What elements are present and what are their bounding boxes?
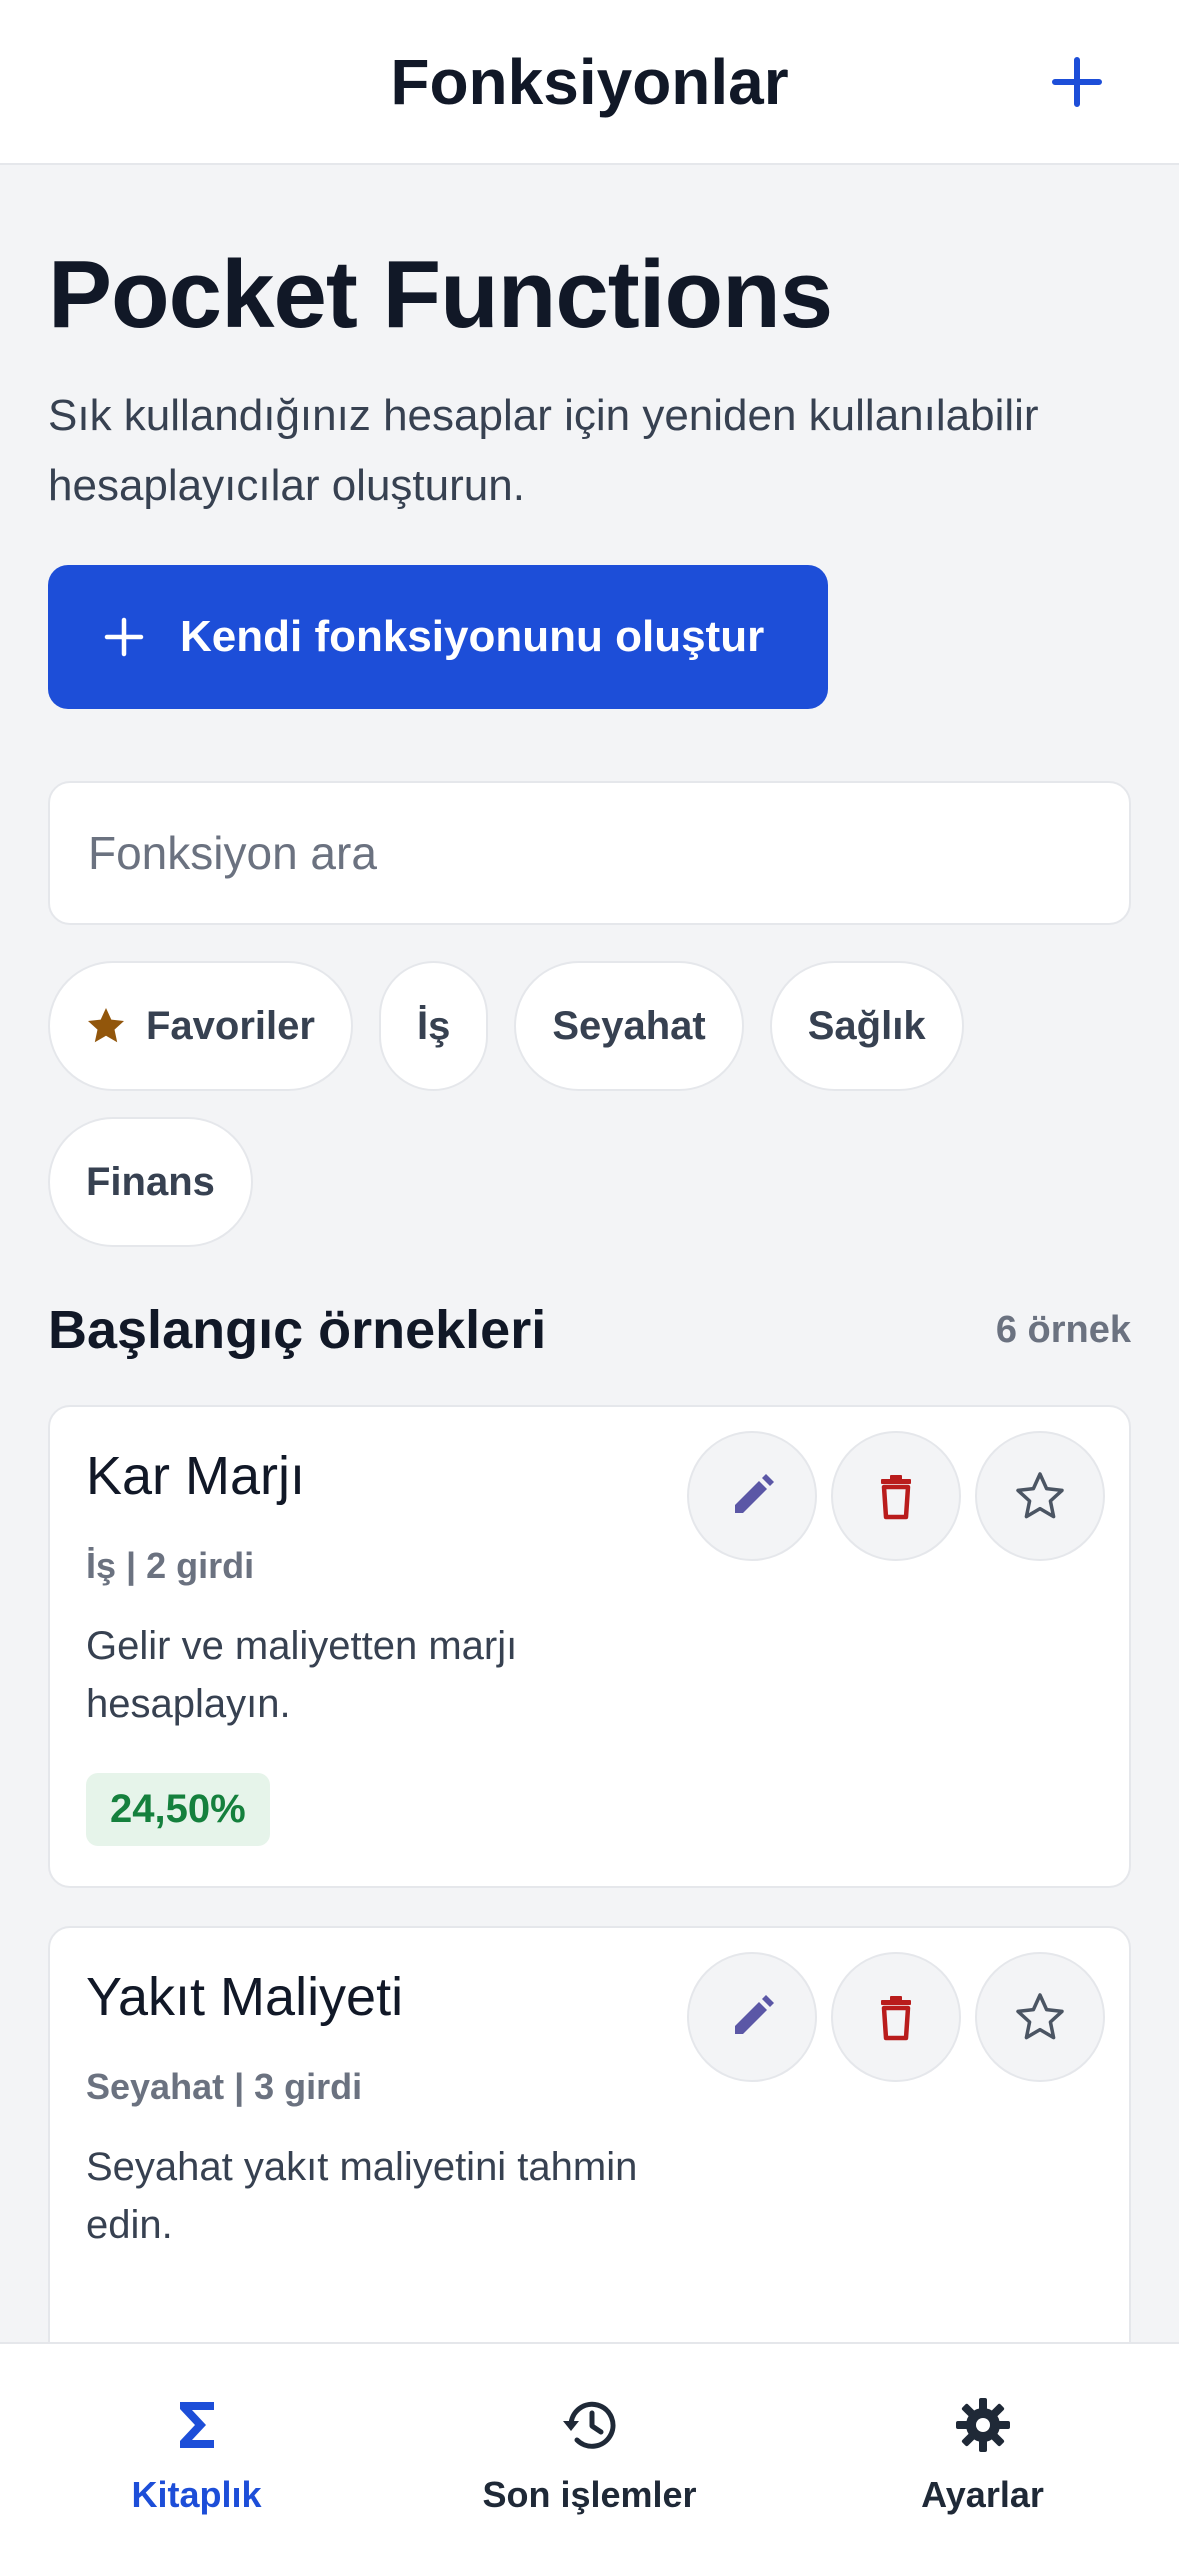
chip-label: Finans [86,1159,215,1204]
section-count: 6 örnek [995,1308,1131,1351]
top-bar: Fonksiyonlar [0,0,1179,165]
plus-icon [1052,57,1102,107]
sigma-icon [179,2402,214,2448]
screen: Fonksiyonlar Pocket Functions Sık kullan… [0,0,1179,2556]
pencil-icon [735,1474,774,1513]
tab-recent[interactable]: Son işlemler [393,2344,786,2556]
page-title: Fonksiyonlar [390,45,789,118]
tab-library[interactable]: Kitaplık [0,2344,393,2556]
star-outline-icon [1016,1993,1064,2040]
bottom-tab-bar: Kitaplık Son işlemler Ayarlar [0,2342,1179,2556]
chip-label: Sağlık [807,1003,926,1048]
chip-label: Seyahat [552,1003,706,1048]
main-content: Pocket Functions Sık kullandığınız hesap… [48,165,1131,2436]
search-input[interactable] [88,826,1129,880]
section-title: Başlangıç örnekleri [48,1300,547,1360]
pencil-icon [735,1995,774,2034]
card-actions [687,1952,1105,2082]
favorite-button[interactable] [975,1431,1105,1561]
plus-icon [104,617,144,657]
star-outline-icon [1016,1472,1064,1519]
card-result-badge: 24,50% [86,1773,270,1846]
function-card[interactable]: Kar Marjı İş | 2 girdi Gelir ve maliyett… [48,1405,1131,1888]
create-function-label: Kendi fonksiyonunu oluştur [180,612,765,661]
tab-settings[interactable]: Ayarlar [786,2344,1179,2556]
chip-finance[interactable]: Finans [48,1117,253,1247]
delete-button[interactable] [831,1952,961,2082]
search-field[interactable] [48,781,1131,925]
chip-label: İş [416,1003,451,1048]
hero-title: Pocket Functions [48,241,833,348]
edit-button[interactable] [687,1431,817,1561]
hero-subtitle: Sık kullandığınız hesaplar için yeniden … [48,391,1039,510]
trash-icon [881,1475,911,1520]
add-function-button[interactable] [1045,50,1109,114]
history-icon [562,2401,615,2449]
tab-label: Ayarlar [921,2474,1044,2515]
chip-favorites[interactable]: Favoriler [48,961,353,1091]
edit-button[interactable] [687,1952,817,2082]
star-icon [88,1008,124,1043]
chip-health[interactable]: Sağlık [769,961,964,1091]
delete-button[interactable] [831,1431,961,1561]
chip-label: Favoriler [146,1003,315,1048]
card-actions [687,1431,1105,1561]
card-description: Gelir ve maliyetten marjı hesaplayın. [86,1624,518,1726]
section-header: Başlangıç örnekleri 6 örnek [48,1299,1131,1361]
create-function-button[interactable]: Kendi fonksiyonunu oluştur [48,565,828,709]
trash-icon [881,1996,911,2041]
tab-label: Kitaplık [131,2474,262,2515]
category-filter-chips: Favoriler İş Seyahat Sağlık Finans [48,961,1131,1247]
favorite-button[interactable] [975,1952,1105,2082]
chip-travel[interactable]: Seyahat [514,961,744,1091]
tab-label: Son işlemler [482,2474,697,2515]
chip-business[interactable]: İş [378,961,489,1091]
card-description: Seyahat yakıt maliyetini tahmin edin. [86,2145,638,2247]
gear-icon [955,2398,1010,2452]
